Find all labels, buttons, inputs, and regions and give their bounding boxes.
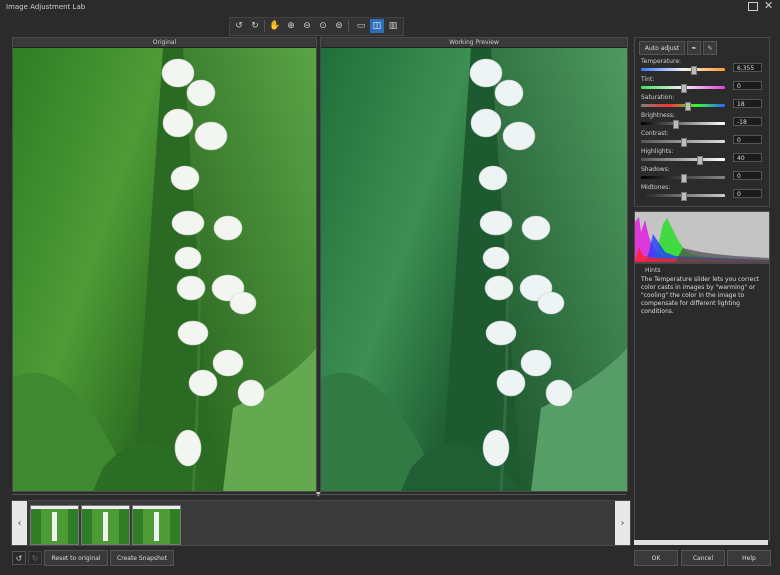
thumbnail-image <box>82 509 129 544</box>
slider-track-highlights[interactable] <box>641 158 725 161</box>
white-balance-picker-button[interactable]: ✎ <box>703 41 717 55</box>
rotate-left-icon[interactable]: ↺ <box>232 19 246 33</box>
adjustment-panel: Auto adjust ✒ ✎ Temperature: 6,355 Tint: 0 S… <box>634 37 770 207</box>
slider-value-contrast[interactable]: 0 <box>733 135 762 144</box>
slider-value-saturation[interactable]: 18 <box>733 99 762 108</box>
slider-track-brightness[interactable] <box>641 122 725 125</box>
slider-label-tint: Tint: <box>641 76 655 83</box>
slider-track-temperature[interactable] <box>641 68 725 71</box>
slider-value-brightness[interactable]: -18 <box>733 117 762 126</box>
eyedropper-alt-icon: ✎ <box>707 44 713 52</box>
hints-text: The Temperature slider lets you correct … <box>641 276 759 315</box>
preview-pane: Working Preview <box>320 37 628 492</box>
cancel-button[interactable]: Cancel <box>681 550 725 566</box>
single-view-icon[interactable]: ▭ <box>354 19 368 33</box>
original-lily-image <box>13 48 316 491</box>
zoom-actual-icon[interactable]: ⊚ <box>332 19 346 33</box>
undo-icon[interactable]: ↺ <box>12 551 26 565</box>
slider-thumb-tint[interactable] <box>681 84 687 93</box>
slider-thumb-highlights[interactable] <box>697 156 703 165</box>
pan-hand-icon[interactable]: ✋ <box>268 19 282 33</box>
pane-divider <box>12 494 626 495</box>
preview-lily-image <box>321 48 627 491</box>
slider-track-saturation[interactable] <box>641 104 725 107</box>
snapshot-thumbnail-2[interactable] <box>81 505 130 545</box>
title-bar <box>0 0 780 16</box>
eyedropper-icon: ✒ <box>691 44 697 52</box>
slider-value-temperature[interactable]: 6,355 <box>733 63 762 72</box>
maximize-icon[interactable] <box>748 2 758 11</box>
slider-label-temperature: Temperature: <box>641 58 682 65</box>
slider-value-shadows[interactable]: 0 <box>733 171 762 180</box>
slider-label-brightness: Brightness: <box>641 112 675 119</box>
create-snapshot-button[interactable]: Create Snapshot <box>110 550 174 566</box>
zoom-out-icon[interactable]: ⊖ <box>300 19 314 33</box>
side-by-side-icon[interactable]: ▥ <box>386 19 400 33</box>
redo-icon[interactable]: ↻ <box>28 551 42 565</box>
slider-value-midtones[interactable]: 0 <box>733 189 762 198</box>
slider-thumb-shadows[interactable] <box>681 174 687 183</box>
slider-value-tint[interactable]: 0 <box>733 81 762 90</box>
view-toolbar: ↺ ↻ ✋ ⊕ ⊖ ⊙ ⊚ ▭ ◫ ▥ <box>229 17 404 36</box>
filmstrip-left-arrow[interactable]: ‹ <box>12 501 27 545</box>
slider-label-midtones: Midtones: <box>641 184 671 191</box>
close-icon[interactable]: ✕ <box>764 0 773 12</box>
hints-panel: Hints The Temperature slider lets you co… <box>634 263 770 541</box>
preview-photo[interactable] <box>321 48 627 491</box>
slider-thumb-contrast[interactable] <box>681 138 687 147</box>
preview-pane-label: Working Preview <box>321 38 627 47</box>
slider-label-shadows: Shadows: <box>641 166 670 173</box>
snapshot-filmstrip: ‹ › <box>11 500 631 546</box>
original-pane-label: Original <box>13 38 316 47</box>
toolbar-separator <box>348 20 349 32</box>
color-picker-button[interactable]: ✒ <box>687 41 701 55</box>
slider-thumb-brightness[interactable] <box>673 120 679 129</box>
slider-label-contrast: Contrast: <box>641 130 669 137</box>
original-pane: Original <box>12 37 317 492</box>
toolbar-separator <box>264 20 265 32</box>
zoom-in-icon[interactable]: ⊕ <box>284 19 298 33</box>
snapshot-thumbnail-3[interactable] <box>132 505 181 545</box>
slider-label-highlights: Highlights: <box>641 148 674 155</box>
histogram <box>634 211 770 263</box>
slider-thumb-midtones[interactable] <box>681 192 687 201</box>
filmstrip-right-arrow[interactable]: › <box>615 501 630 545</box>
slider-thumb-temperature[interactable] <box>691 66 697 75</box>
split-view-icon[interactable]: ◫ <box>370 19 384 33</box>
ok-button[interactable]: OK <box>634 550 678 566</box>
histogram-graph <box>635 212 769 262</box>
slider-thumb-saturation[interactable] <box>685 102 691 111</box>
thumbnail-image <box>31 509 78 544</box>
snapshot-thumbnail-1[interactable] <box>30 505 79 545</box>
rotate-right-icon[interactable]: ↻ <box>248 19 262 33</box>
auto-adjust-button[interactable]: Auto adjust <box>639 41 685 55</box>
reset-to-original-button[interactable]: Reset to original <box>44 550 108 566</box>
hints-scroll-bar[interactable] <box>634 540 768 545</box>
help-button[interactable]: Help <box>727 550 771 566</box>
thumbnail-image <box>133 509 180 544</box>
window-title: Image Adjustment Lab <box>6 3 86 11</box>
zoom-fit-icon[interactable]: ⊙ <box>316 19 330 33</box>
slider-value-highlights[interactable]: 40 <box>733 153 762 162</box>
original-photo[interactable] <box>13 48 316 491</box>
hints-title: Hints <box>645 267 661 274</box>
slider-label-saturation: Saturation: <box>641 94 675 101</box>
